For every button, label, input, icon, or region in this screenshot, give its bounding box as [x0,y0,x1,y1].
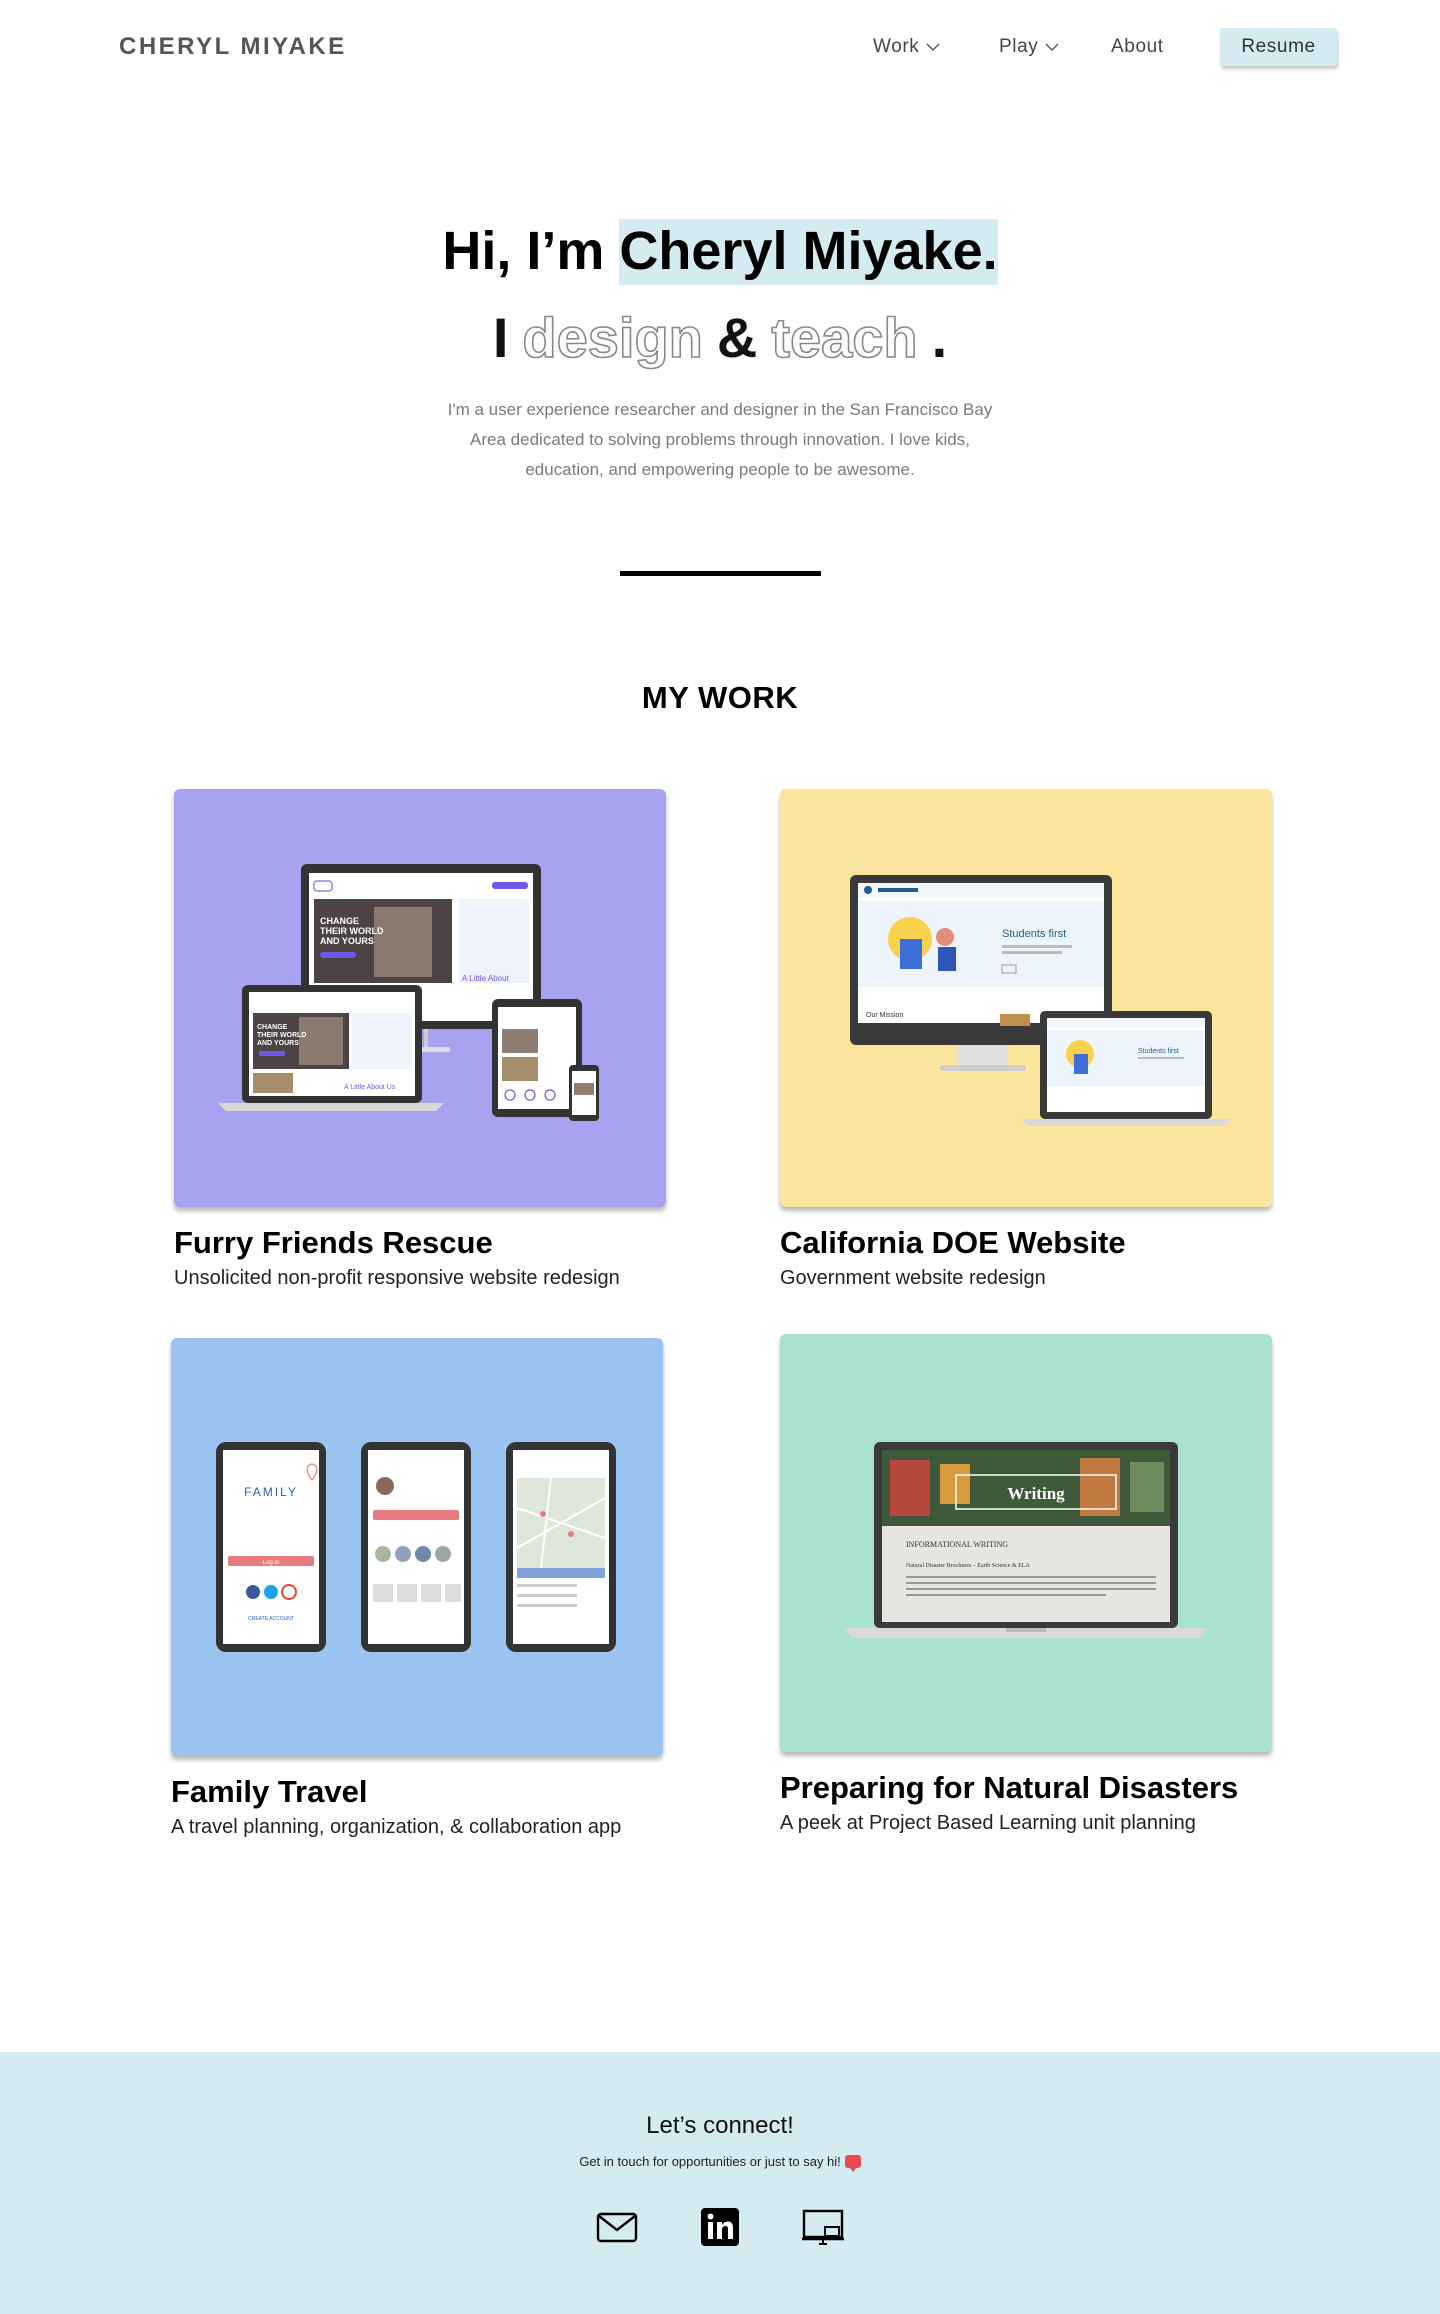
project-title[interactable]: Family Travel [171,1774,367,1810]
mockup-text: Natural Disaster Brochures – Earth Scien… [906,1563,1030,1569]
footer: Let’s connect! Get in touch for opportun… [0,2052,1440,2314]
slideshow-icon[interactable] [801,2207,845,2247]
svg-text:A Little About Us: A Little About Us [344,1084,396,1091]
resume-button[interactable]: Resume [1220,28,1337,66]
project-title[interactable]: Preparing for Natural Disasters [780,1770,1238,1806]
svg-text:CREATE ACCOUNT: CREATE ACCOUNT [248,1616,294,1622]
footer-title: Let’s connect! [646,2112,794,2139]
nav-about[interactable]: About [1111,36,1164,58]
project-description: A peek at Project Based Learning unit pl… [780,1812,1196,1834]
my-work-heading: MY WORK [641,680,799,715]
speech-bubble-icon [844,2155,861,2172]
footer-subtitle-text: Get in touch for opportunities or just t… [579,2154,841,2169]
svg-text:Log in: Log in [263,1560,279,1566]
chevron-down-icon [926,43,940,51]
responsive-mockup-illustration: CHANGE THEIR WORLD AND YOURS A Little Ab… [218,864,599,1121]
nav-work-label: Work [873,36,920,57]
svg-text:Students first: Students first [1138,1048,1179,1055]
project-thumbnail[interactable]: Students first Our Mission Students firs… [780,789,1272,1207]
gov-website-mockup-illustration: Students first Our Mission Students firs… [850,875,1232,1126]
mockup-text: AND YOURS [320,936,374,946]
tagline-prefix: I [492,306,509,369]
mobile-app-mockup-illustration: FAMILY Log in CREATE ACCOUNT [216,1442,616,1652]
project-thumbnail[interactable]: Writing INFORMATIONAL WRITING Natural Di… [780,1334,1272,1752]
project-description: A travel planning, organization, & colla… [171,1816,622,1838]
mockup-text: Our Mission [866,1012,903,1019]
tagline-design: design [522,305,704,370]
hero-name: Cheryl Miyake. [619,219,998,285]
mockup-text: Students first [1002,928,1066,940]
brand-logo[interactable]: CHERYL MIYAKE [119,33,347,61]
svg-text:THEIR WORLD: THEIR WORLD [257,1032,306,1039]
chevron-down-icon [1045,43,1059,51]
hero-bio: I'm a user experience researcher and des… [447,400,993,479]
tagline-teach: teach [771,305,919,370]
project-description: Unsolicited non-profit responsive websit… [174,1267,620,1289]
project-thumbnail[interactable]: CHANGE THEIR WORLD AND YOURS A Little Ab… [174,789,666,1207]
mockup-text: THEIR WORLD [320,926,384,936]
footer-subtitle: Get in touch for opportunities or just t… [0,2154,1440,2172]
project-title[interactable]: Furry Friends Rescue [174,1225,493,1261]
hero-heading: Hi, I’m Cheryl Miyake. [0,219,1440,285]
mockup-text: Writing [1007,1484,1065,1503]
project-description: Government website redesign [780,1267,1046,1289]
project-thumbnail[interactable]: FAMILY Log in CREATE ACCOUNT [171,1338,663,1756]
nav-play-label: Play [999,36,1039,57]
tagline-period: . [931,306,948,369]
section-divider [620,571,821,576]
nav-work[interactable]: Work [873,36,941,58]
mockup-text: FAMILY [244,1485,298,1499]
top-nav: CHERYL MIYAKE Work Play About Resume [0,0,1440,95]
linkedin-icon[interactable] [698,2207,742,2247]
mockup-text: INFORMATIONAL WRITING [906,1540,1008,1549]
mockup-text: CHANGE [320,916,359,926]
project-title[interactable]: California DOE Website [780,1225,1126,1261]
nav-play[interactable]: Play [999,36,1060,58]
mail-icon[interactable] [595,2207,639,2247]
svg-text:CHANGE: CHANGE [257,1024,288,1031]
svg-text:A Little About: A Little About [462,974,509,983]
tagline-amp: & [716,306,758,369]
laptop-mockup-illustration: Writing INFORMATIONAL WRITING Natural Di… [844,1442,1208,1638]
hero-tagline: Idesign & teach. [0,305,1440,370]
svg-text:AND YOURS: AND YOURS [257,1040,299,1047]
hero-greeting: Hi, I’m [442,221,620,281]
